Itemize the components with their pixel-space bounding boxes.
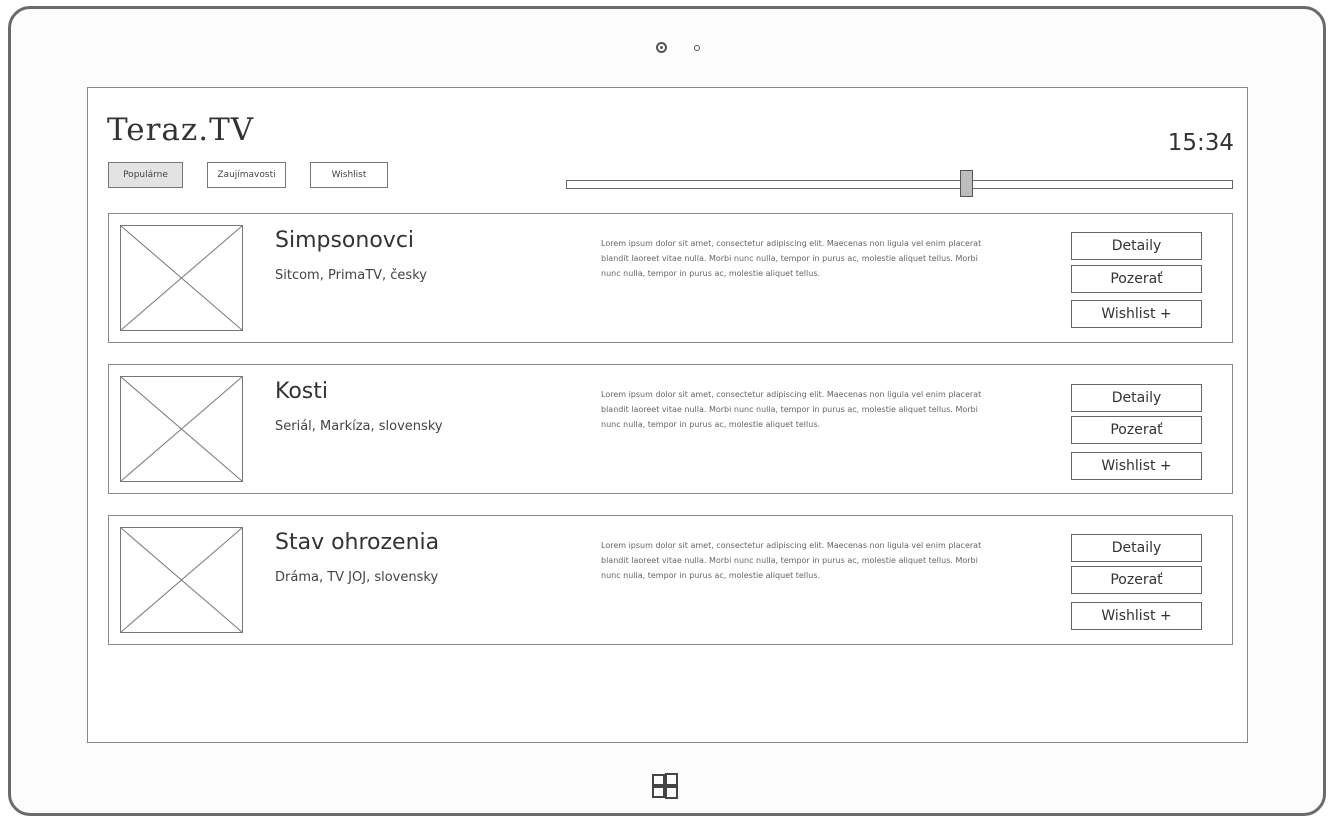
watch-button[interactable]: Pozerať (1071, 416, 1202, 444)
timeline-slider-track[interactable] (566, 180, 1233, 189)
wishlist-add-button[interactable]: Wishlist + (1071, 452, 1202, 480)
windows-logo-icon[interactable] (652, 773, 678, 799)
show-title: Kosti (275, 379, 328, 404)
tab-zaujimavosti[interactable]: Zaujímavosti (207, 162, 286, 188)
timeline-slider-thumb[interactable] (959, 170, 973, 197)
sensor-icon (694, 45, 700, 51)
tab-popularne[interactable]: Populárne (108, 162, 183, 188)
show-title: Simpsonovci (275, 228, 415, 253)
image-placeholder-icon (120, 225, 243, 331)
clock: 15:34 (1167, 130, 1234, 156)
show-description: Lorem ipsum dolor sit amet, consectetur … (601, 390, 982, 429)
show-title: Stav ohrozenia (275, 530, 440, 555)
app-title: Teraz.TV (107, 112, 255, 148)
show-card: Stav ohrozenia Dráma, TV JOJ, slovensky … (108, 515, 1233, 645)
show-description: Lorem ipsum dolor sit amet, consectetur … (601, 239, 982, 278)
show-card: Simpsonovci Sitcom, PrimaTV, česky Lorem… (108, 213, 1233, 343)
wishlist-add-button[interactable]: Wishlist + (1071, 602, 1202, 630)
show-meta: Sitcom, PrimaTV, česky (275, 268, 427, 283)
tab-wishlist[interactable]: Wishlist (310, 162, 388, 188)
show-description: Lorem ipsum dolor sit amet, consectetur … (601, 541, 982, 580)
watch-button[interactable]: Pozerať (1071, 265, 1202, 293)
wishlist-add-button[interactable]: Wishlist + (1071, 300, 1202, 328)
show-card: Kosti Seriál, Markíza, slovensky Lorem i… (108, 364, 1233, 494)
watch-button[interactable]: Pozerať (1071, 566, 1202, 594)
show-meta: Seriál, Markíza, slovensky (275, 419, 443, 434)
details-button[interactable]: Detaily (1071, 384, 1202, 412)
image-placeholder-icon (120, 376, 243, 482)
show-meta: Dráma, TV JOJ, slovensky (275, 570, 439, 585)
details-button[interactable]: Detaily (1071, 232, 1202, 260)
camera-icon (656, 42, 667, 53)
image-placeholder-icon (120, 527, 243, 633)
details-button[interactable]: Detaily (1071, 534, 1202, 562)
